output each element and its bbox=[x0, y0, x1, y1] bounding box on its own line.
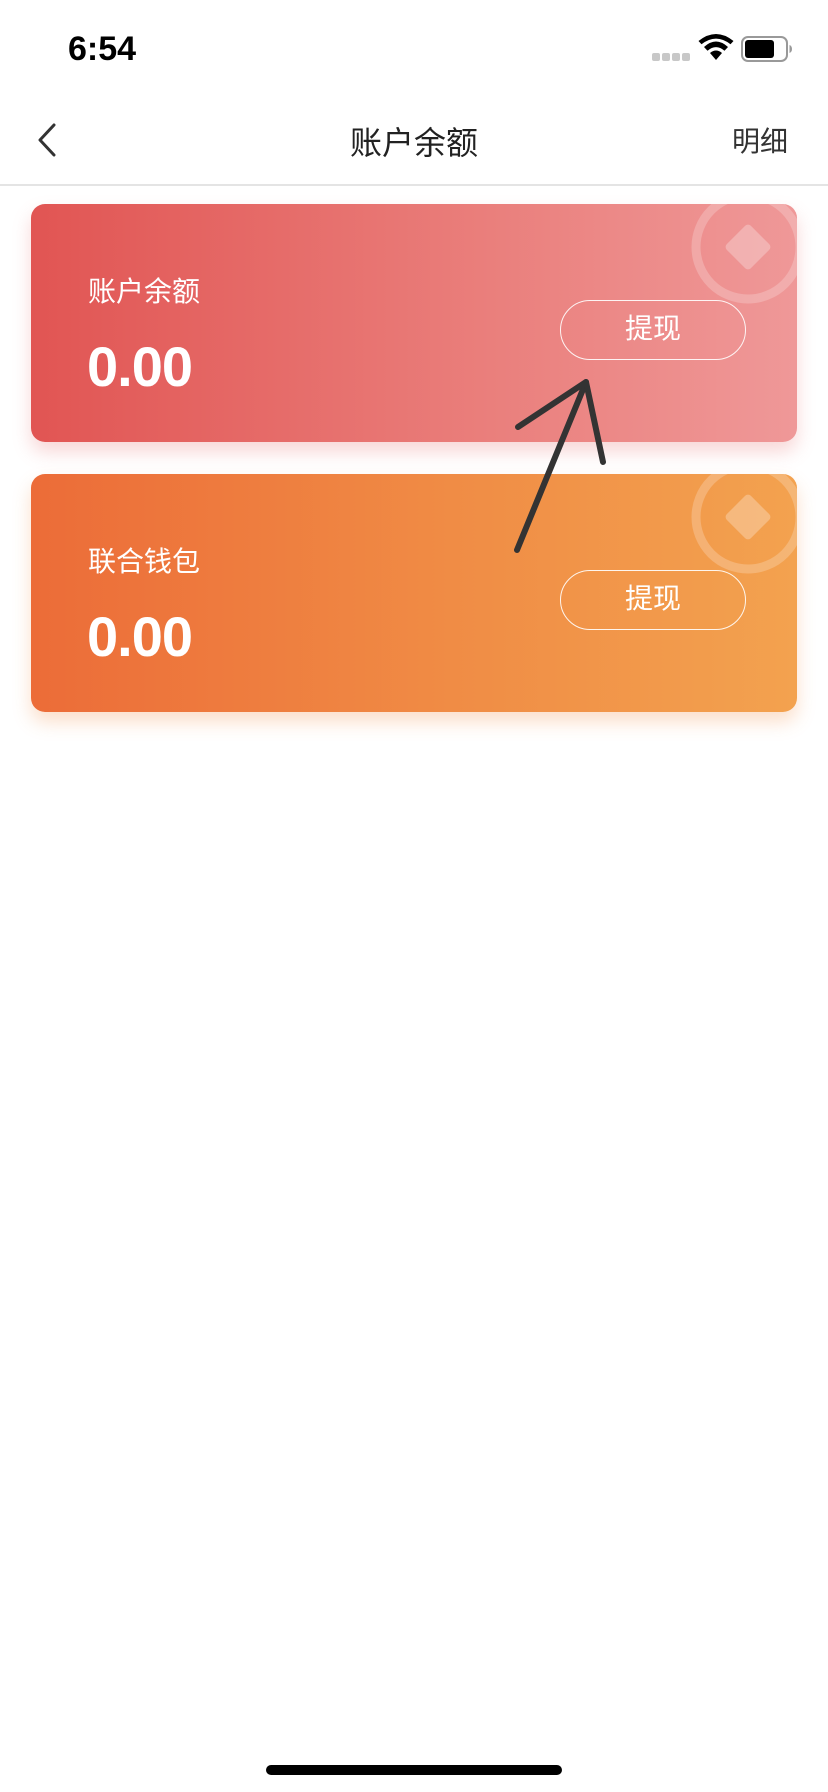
page-title: 账户余额 bbox=[349, 124, 478, 162]
status-bar: 6:54 bbox=[0, 0, 828, 100]
account-balance-label: 账户余额 bbox=[88, 275, 201, 308]
coin-diamond-icon bbox=[691, 204, 797, 304]
home-indicator[interactable] bbox=[266, 1765, 562, 1775]
account-balance-amount: 0.00 bbox=[87, 335, 193, 398]
account-balance-withdraw-button[interactable]: 提现 bbox=[560, 300, 746, 360]
account-balance-card: 账户余额 0.00 提现 bbox=[31, 204, 797, 442]
battery-icon bbox=[741, 36, 792, 62]
detail-link[interactable]: 明细 bbox=[732, 120, 788, 160]
joint-wallet-label: 联合钱包 bbox=[88, 545, 201, 578]
joint-wallet-card: 联合钱包 0.00 提现 bbox=[31, 474, 797, 712]
navigation-bar: 账户余额 明细 bbox=[0, 100, 828, 186]
status-time: 6:54 bbox=[68, 30, 137, 68]
wifi-icon bbox=[698, 34, 734, 60]
joint-wallet-withdraw-button[interactable]: 提现 bbox=[560, 570, 746, 630]
cellular-signal-icon bbox=[652, 53, 692, 61]
joint-wallet-amount: 0.00 bbox=[87, 605, 193, 668]
coin-diamond-icon bbox=[691, 474, 797, 574]
